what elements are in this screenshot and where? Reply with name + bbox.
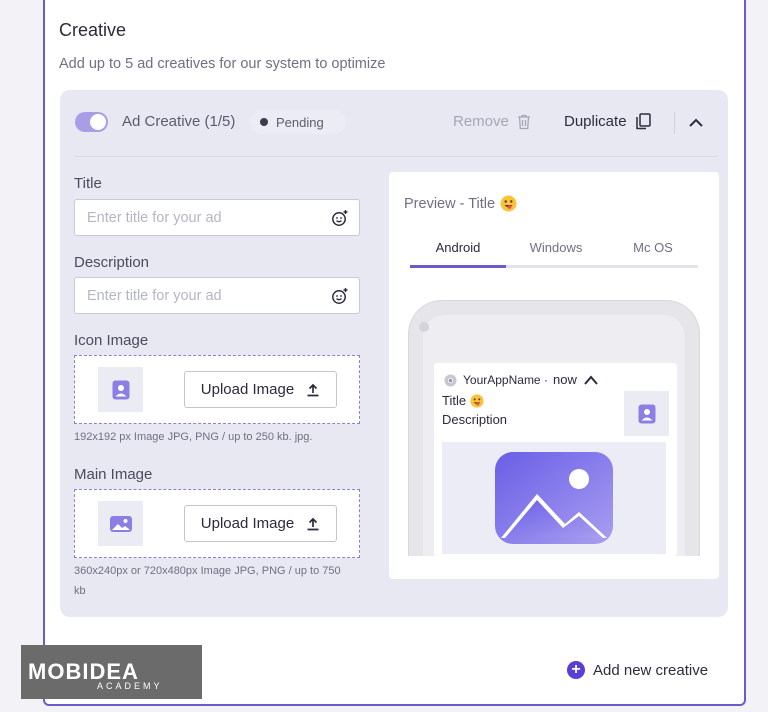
remove-label: Remove: [453, 113, 509, 130]
emoji-picker-icon[interactable]: [331, 209, 349, 227]
title-input[interactable]: [87, 209, 331, 226]
notification-time: now: [553, 372, 577, 387]
notification-title: Title: [442, 393, 467, 408]
active-tab-indicator: [410, 265, 506, 268]
status-text: Pending: [276, 114, 324, 130]
upload-icon: [307, 383, 319, 396]
icon-thumbnail: [98, 367, 143, 412]
notification-app-name: YourAppName ·: [463, 373, 548, 387]
chrome-icon: [444, 374, 457, 386]
icon-image-hint: 192x192 px Image JPG, PNG / up to 250 kb…: [74, 431, 313, 443]
section-title: Creative: [59, 20, 127, 40]
creative-enabled-toggle[interactable]: [75, 112, 108, 132]
main-image-dropzone[interactable]: Upload Image: [74, 489, 360, 558]
notification-main-image: [442, 442, 666, 554]
icon-image-label: Icon Image: [74, 332, 149, 349]
remove-button[interactable]: Remove: [453, 113, 531, 130]
title-label: Title: [74, 175, 102, 192]
notification-description: Description: [442, 412, 508, 427]
main-upload-button[interactable]: Upload Image: [184, 505, 337, 542]
description-label: Description: [74, 254, 150, 271]
notification-preview: YourAppName · now Title Description: [434, 363, 677, 556]
image-placeholder-icon: [495, 452, 613, 544]
mobidea-academy-watermark: MOBIDEA ACADEMY: [21, 645, 202, 699]
preview-title-text: Preview - Title: [404, 195, 496, 212]
status-badge: Pending: [250, 110, 346, 134]
main-image-label: Main Image: [74, 466, 153, 483]
preview-card: Preview - Title Android Windows Mc OS Yo…: [389, 172, 719, 579]
title-field[interactable]: [74, 199, 360, 236]
tab-android[interactable]: Android: [410, 240, 506, 255]
main-image-thumbnail: [98, 501, 143, 546]
panel-divider: [74, 156, 718, 157]
emoji-tongue-icon: [470, 393, 484, 408]
preview-title: Preview - Title: [404, 195, 517, 212]
copy-icon: [635, 113, 651, 130]
creative-label: Ad Creative (1/5): [122, 113, 236, 130]
collapse-button[interactable]: [685, 112, 707, 134]
upload-button-label: Upload Image: [200, 515, 295, 532]
watermark-sub: ACADEMY: [97, 681, 163, 691]
notification-time-row: now: [553, 372, 599, 387]
emoji-picker-icon[interactable]: [331, 287, 349, 305]
app-icon-placeholder-icon: [638, 404, 655, 423]
main-image-hint-cont: kb: [74, 585, 86, 597]
description-input[interactable]: [87, 287, 331, 304]
emoji-tongue-icon: [500, 195, 517, 212]
status-dot-icon: [260, 118, 268, 126]
chevron-up-icon: [689, 118, 703, 127]
plus-circle-icon: +: [567, 661, 585, 679]
description-field[interactable]: [74, 277, 360, 314]
add-new-creative-button[interactable]: + Add new creative: [567, 661, 708, 679]
trash-icon: [517, 114, 530, 129]
section-subtitle: Add up to 5 ad creatives for our system …: [59, 56, 386, 72]
tab-macos[interactable]: Mc OS: [605, 240, 701, 255]
icon-upload-button[interactable]: Upload Image: [184, 371, 337, 408]
icon-image-dropzone[interactable]: Upload Image: [74, 355, 360, 424]
notification-icon: [624, 391, 669, 436]
notification-title-row: Title: [442, 393, 484, 408]
upload-button-label: Upload Image: [200, 381, 295, 398]
app-icon-placeholder-icon: [112, 380, 129, 399]
notification-app-row: YourAppName ·: [444, 373, 548, 387]
upload-icon: [307, 517, 319, 530]
preview-tabs: Android Windows Mc OS: [410, 234, 698, 268]
duplicate-button[interactable]: Duplicate: [564, 113, 651, 130]
phone-camera: [419, 322, 429, 332]
add-new-creative-label: Add new creative: [593, 661, 709, 679]
header-separator: [674, 112, 675, 134]
chevron-up-icon: [584, 374, 598, 385]
image-placeholder-icon: [109, 515, 132, 532]
duplicate-label: Duplicate: [564, 113, 627, 130]
tab-windows[interactable]: Windows: [508, 240, 604, 255]
main-image-hint: 360x240px or 720x480px Image JPG, PNG / …: [74, 565, 341, 577]
